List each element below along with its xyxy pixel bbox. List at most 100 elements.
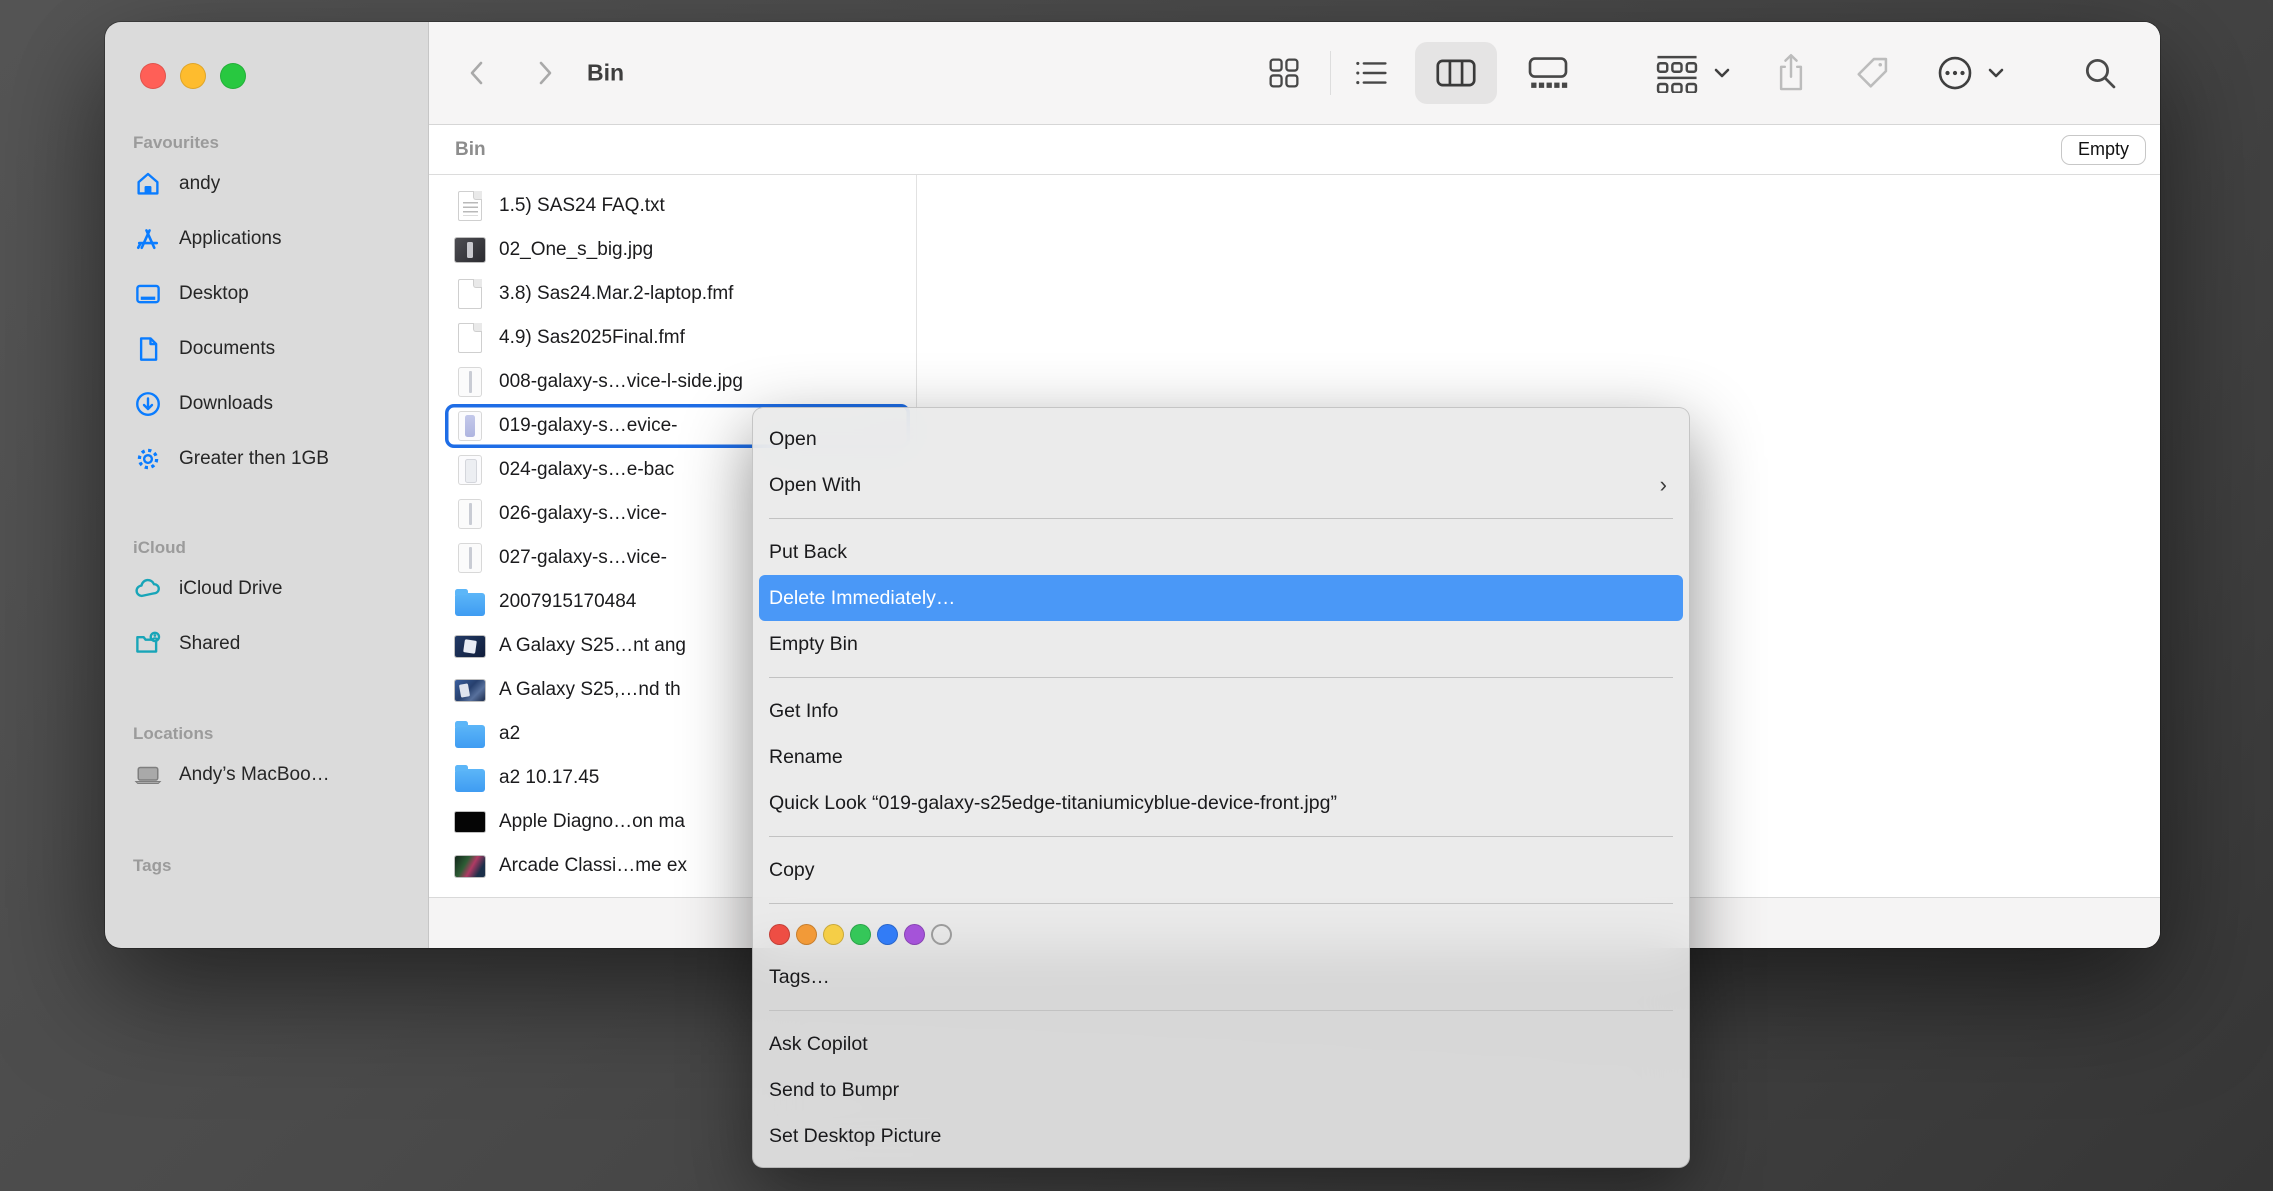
menu-item-empty-bin[interactable]: Empty Bin <box>759 621 1683 667</box>
icon-view-icon[interactable] <box>1267 56 1301 90</box>
menu-item-tags[interactable]: Tags… <box>759 954 1683 1000</box>
file-name: A Galaxy S25…nt ang <box>499 635 686 657</box>
sidebar-section-icloud: iCloud <box>115 538 418 558</box>
sidebar-item-shared[interactable]: Shared <box>117 620 416 668</box>
group-by-icon[interactable] <box>1655 53 1699 93</box>
sidebar-item-greater-then-1gb[interactable]: Greater then 1GB <box>117 435 416 483</box>
document-icon <box>133 334 163 364</box>
column-view-icon[interactable] <box>1415 42 1497 104</box>
menu-item-put-back[interactable]: Put Back <box>759 529 1683 575</box>
share-icon[interactable] <box>1773 52 1809 94</box>
file-name: 3.8) Sas24.Mar.2-laptop.fmf <box>499 283 733 305</box>
desktop-icon <box>133 279 163 309</box>
text-file-icon <box>455 190 485 222</box>
menu-item-copy[interactable]: Copy <box>759 847 1683 893</box>
sidebar-item-applications[interactable]: Applications <box>117 215 416 263</box>
file-row[interactable]: 4.9) Sas2025Final.fmf <box>445 316 910 360</box>
sidebar-item-icloud-drive[interactable]: iCloud Drive <box>117 565 416 613</box>
file-row[interactable]: 02_One_s_big.jpg <box>445 228 910 272</box>
forward-button[interactable] <box>533 56 557 90</box>
gallery-view-icon[interactable] <box>1525 55 1571 91</box>
sidebar: Favourites andy Applications Desktop <box>105 22 429 948</box>
app-store-icon <box>133 224 163 254</box>
image-thumbnail-icon <box>455 542 485 574</box>
list-view-icon[interactable] <box>1353 57 1389 89</box>
file-name: 024-galaxy-s…e-bac <box>499 459 674 481</box>
sidebar-item-label: andy <box>179 173 220 195</box>
file-name: 2007915170484 <box>499 591 636 613</box>
submenu-chevron-icon: › <box>1660 472 1673 498</box>
image-thumbnail-icon <box>455 234 485 266</box>
sidebar-item-label: Applications <box>179 228 281 250</box>
file-row[interactable]: 3.8) Sas24.Mar.2-laptop.fmf <box>445 272 910 316</box>
group-by-chevron-icon[interactable] <box>1711 65 1733 81</box>
tag-color-row <box>759 914 1683 954</box>
minimize-button[interactable] <box>180 63 206 89</box>
menu-separator <box>769 677 1673 678</box>
sidebar-item-andy[interactable]: andy <box>117 160 416 208</box>
sidebar-item-label: iCloud Drive <box>179 578 282 600</box>
tag-purple[interactable] <box>904 924 925 945</box>
more-actions-icon[interactable] <box>1935 53 1975 93</box>
sidebar-favourites-items: andy Applications Desktop Documents <box>115 160 418 483</box>
menu-item-send-to-bumpr[interactable]: Send to Bumpr <box>759 1067 1683 1113</box>
menu-item-open[interactable]: Open <box>759 416 1683 462</box>
menu-item-rename[interactable]: Rename <box>759 734 1683 780</box>
close-button[interactable] <box>140 63 166 89</box>
menu-separator <box>769 836 1673 837</box>
menu-separator <box>769 1010 1673 1011</box>
sidebar-item-label: Desktop <box>179 283 249 305</box>
back-button[interactable] <box>465 56 489 90</box>
image-thumbnail-icon <box>455 630 485 662</box>
search-icon[interactable] <box>2081 54 2119 92</box>
image-thumbnail-icon <box>455 806 485 838</box>
menu-item-open-with[interactable]: Open With › <box>759 462 1683 508</box>
tag-yellow[interactable] <box>823 924 844 945</box>
traffic-lights <box>115 22 418 89</box>
folder-icon <box>455 718 485 750</box>
empty-bin-button[interactable]: Empty <box>2061 135 2146 165</box>
menu-item-delete-immediately[interactable]: Delete Immediately… <box>759 575 1683 621</box>
toolbar-separator <box>1330 51 1331 95</box>
tag-green[interactable] <box>850 924 871 945</box>
image-thumbnail-icon <box>455 674 485 706</box>
more-actions-chevron-icon[interactable] <box>1985 65 2007 81</box>
folder-icon <box>455 762 485 794</box>
window-title: Bin <box>587 60 624 87</box>
tags-icon[interactable] <box>1853 54 1891 92</box>
sidebar-item-documents[interactable]: Documents <box>117 325 416 373</box>
image-thumbnail-icon <box>455 498 485 530</box>
menu-item-get-info[interactable]: Get Info <box>759 688 1683 734</box>
tag-none[interactable] <box>931 924 952 945</box>
file-name: 019-galaxy-s…evice- <box>499 415 677 437</box>
sidebar-item-label: Andy’s MacBoo… <box>179 764 330 786</box>
sidebar-item-label: Shared <box>179 633 240 655</box>
sidebar-section-locations: Locations <box>115 724 418 744</box>
menu-item-ask-copilot[interactable]: Ask Copilot <box>759 1021 1683 1067</box>
file-row[interactable]: 1.5) SAS24 FAQ.txt <box>445 184 910 228</box>
sidebar-item-label: Downloads <box>179 393 273 415</box>
tag-orange[interactable] <box>796 924 817 945</box>
pathbar: Bin Empty <box>429 125 2160 175</box>
zoom-button[interactable] <box>220 63 246 89</box>
sidebar-item-macbook[interactable]: Andy’s MacBoo… <box>117 751 416 799</box>
sidebar-item-label: Documents <box>179 338 275 360</box>
menu-item-set-desktop-picture[interactable]: Set Desktop Picture <box>759 1113 1683 1159</box>
gear-icon <box>133 444 163 474</box>
menu-separator <box>769 903 1673 904</box>
blank-file-icon <box>455 322 485 354</box>
file-row[interactable]: 008-galaxy-s…vice-l-side.jpg <box>445 360 910 404</box>
file-name: Arcade Classi…me ex <box>499 855 687 877</box>
file-name: A Galaxy S25,…nd th <box>499 679 681 701</box>
sidebar-locations-items: Andy’s MacBoo… <box>115 751 418 799</box>
pathbar-location: Bin <box>455 139 2061 161</box>
menu-item-quick-look[interactable]: Quick Look “019-galaxy-s25edge-titaniumi… <box>759 780 1683 826</box>
sidebar-item-label: Greater then 1GB <box>179 448 329 470</box>
tag-red[interactable] <box>769 924 790 945</box>
image-thumbnail-icon <box>455 850 485 882</box>
file-name: a2 10.17.45 <box>499 767 599 789</box>
sidebar-item-downloads[interactable]: Downloads <box>117 380 416 428</box>
sidebar-section-tags: Tags <box>115 856 418 876</box>
sidebar-item-desktop[interactable]: Desktop <box>117 270 416 318</box>
tag-blue[interactable] <box>877 924 898 945</box>
